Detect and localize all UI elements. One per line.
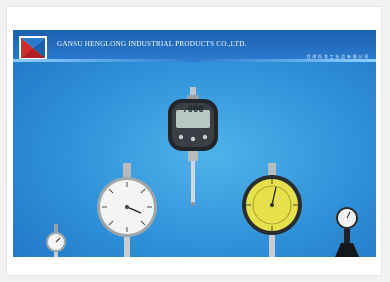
- dial-gauge-yellow-image: [240, 163, 304, 257]
- banner-header: GANSU HENGLONG INDUSTRIAL PRODUCTS CO.,L…: [13, 30, 376, 62]
- small-dial-gauge-left-image: [43, 224, 69, 257]
- company-banner-image: GANSU HENGLONG INDUSTRIAL PRODUCTS CO.,L…: [13, 30, 376, 257]
- company-name: GANSU HENGLONG INDUSTRIAL PRODUCTS CO.,L…: [57, 40, 247, 48]
- dial-gauge-icon: [335, 207, 359, 257]
- dial-gauge-icon: [46, 224, 66, 257]
- company-logo-icon: [19, 36, 47, 60]
- dial-gauge-icon: [242, 163, 302, 257]
- dial-gauge-icon: [97, 163, 157, 257]
- company-name-chinese: 甘肃恒龙工业品有限公司: [306, 54, 370, 59]
- digital-display-value: .000: [182, 105, 204, 115]
- small-dial-gauge-right-image: [329, 202, 365, 257]
- digital-indicator-image: .000: [167, 87, 219, 207]
- dial-gauge-white-image: [95, 163, 159, 257]
